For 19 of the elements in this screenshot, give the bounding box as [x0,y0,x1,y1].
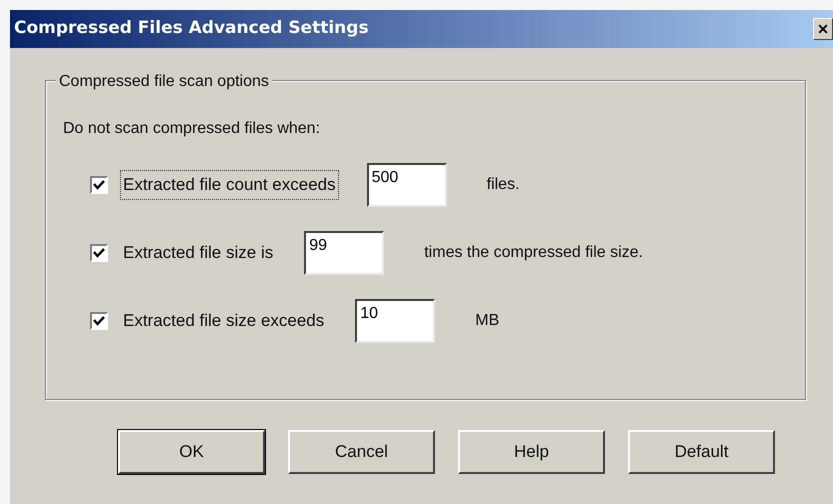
unit-label: MB [475,311,500,331]
dialog-button[interactable]: Default [628,430,775,474]
window-title: Compressed Files Advanced Settings [14,17,369,40]
input-field[interactable]: 10 [355,299,436,343]
unit-label: files. [486,175,520,195]
intro-text: Do not scan compressed files when: [63,119,322,139]
close-button[interactable]: × [813,18,833,40]
input-field[interactable]: 99 [304,231,384,275]
checkbox-label[interactable]: Extracted file size is [120,238,276,268]
checkbox[interactable] [90,176,108,194]
input-field[interactable]: 500 [366,163,447,207]
dialog-button[interactable]: Cancel [288,430,435,474]
checkbox[interactable] [90,244,108,262]
checkbox-label[interactable]: Extracted file count exceeds [120,170,339,200]
checkbox[interactable] [90,312,108,330]
checkbox-label[interactable]: Extracted file size exceeds [120,306,328,336]
dialog-button[interactable]: Help [458,430,605,474]
unit-label: times the compressed file size. [424,243,643,263]
dialog-button[interactable]: OK [118,430,265,474]
